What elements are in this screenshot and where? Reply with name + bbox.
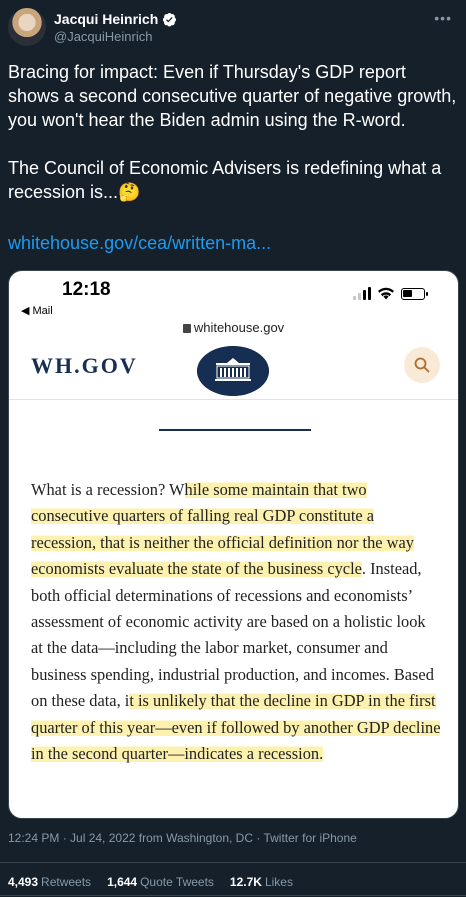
avatar[interactable]: [8, 8, 46, 46]
phone-status-time: 12:18: [62, 279, 111, 300]
likes-label: Likes: [264, 875, 293, 889]
thinking-face-emoji: 🤔: [118, 182, 141, 202]
wh-gov-logo: WH.GOV: [31, 353, 138, 378]
browser-url-bar: whitehouse.gov: [9, 320, 458, 335]
more-options-icon[interactable]: •••: [434, 10, 452, 26]
article-paragraph: What is a recession? While some maintain…: [31, 477, 441, 767]
author-name-row[interactable]: Jacqui Heinrich: [54, 11, 177, 27]
cellular-signal-icon: [353, 287, 371, 300]
title-underline: [159, 429, 311, 431]
tweet-paragraph-2: The Council of Economic Advisers is rede…: [8, 156, 460, 204]
lock-icon: [182, 324, 191, 333]
retweets-count: 4,493: [8, 875, 39, 889]
tweet-timestamp[interactable]: 12:24 PM · Jul 24, 2022 from Washington,…: [8, 831, 357, 845]
verified-badge-icon: [163, 12, 177, 26]
phone-status-icons: [353, 287, 428, 300]
browser-url: whitehouse.gov: [193, 320, 285, 335]
site-search-button: [404, 347, 440, 383]
author-name[interactable]: Jacqui Heinrich: [54, 11, 158, 27]
retweets-stat[interactable]: 4,493 Retweets: [8, 875, 91, 889]
likes-count: 12.7K: [229, 875, 262, 889]
quote-tweets-label: Quote Tweets: [140, 875, 214, 889]
article-text: . Instead, both official determinations …: [31, 559, 434, 711]
quote-tweets-stat[interactable]: 1,644 Quote Tweets: [107, 875, 214, 889]
likes-stat[interactable]: 12.7K Likes: [230, 875, 293, 889]
tweet-stats: 4,493 Retweets 1,644 Quote Tweets 12.7K Lik…: [8, 875, 293, 889]
stats-divider-bottom: [0, 895, 466, 896]
tweet-media-image[interactable]: 12:18 ◀ Mail whitehouse.gov WH.GOV What …: [8, 270, 459, 819]
tweet-header: Jacqui Heinrich @JacquiHeinrich •••: [8, 6, 458, 48]
white-house-seal-icon: [197, 346, 269, 396]
article-text: What is a recession? W: [31, 480, 185, 499]
battery-icon: [401, 288, 428, 300]
back-to-mail: ◀ Mail: [21, 305, 53, 317]
retweets-label: Retweets: [41, 875, 92, 889]
stats-divider-top: [0, 862, 466, 863]
search-icon: [414, 357, 430, 373]
wifi-icon: [378, 287, 394, 300]
tweet-paragraph-2-text: The Council of Economic Advisers is rede…: [8, 158, 442, 202]
tweet-paragraph-1: Bracing for impact: Even if Thursday's G…: [8, 62, 457, 130]
quote-tweets-count: 1,644: [107, 875, 138, 889]
tweet-link[interactable]: whitehouse.gov/cea/written-ma...: [8, 233, 271, 254]
author-handle[interactable]: @JacquiHeinrich: [54, 29, 152, 44]
tweet-text: Bracing for impact: Even if Thursday's G…: [8, 60, 460, 204]
site-header-divider: [9, 399, 458, 400]
